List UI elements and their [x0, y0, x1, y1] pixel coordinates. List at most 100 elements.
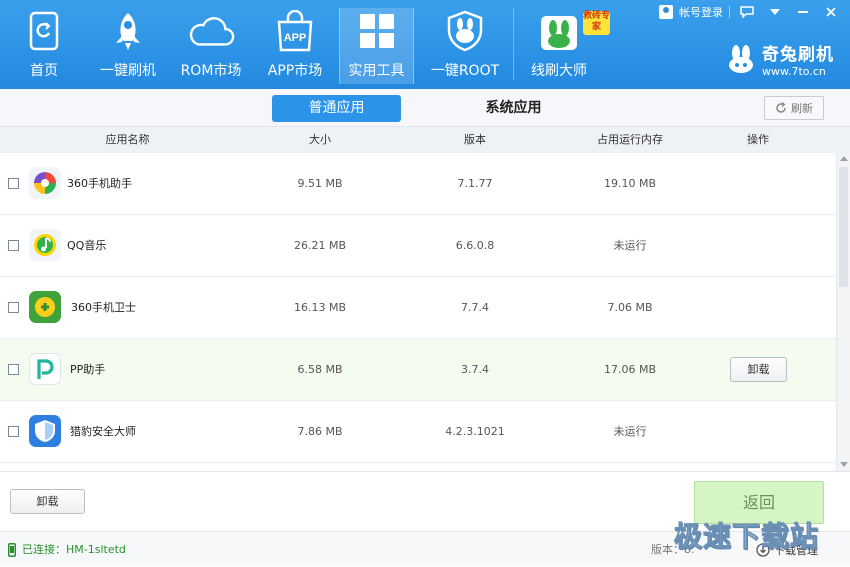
- qq-music-icon: [29, 229, 61, 261]
- row-checkbox[interactable]: [8, 302, 19, 313]
- app-size: 26.21 MB: [293, 239, 347, 252]
- table-row[interactable]: 猎豹安全大师 7.86 MB 4.2.3.1021 未运行: [0, 401, 836, 463]
- pp-assistant-icon: [29, 353, 61, 385]
- table-row[interactable]: QQ音乐 26.21 MB 6.6.0.8 未运行: [0, 215, 836, 277]
- row-uninstall-button[interactable]: 卸载: [730, 357, 787, 382]
- connected-device-label: 已连接：HM-1sltetd: [22, 543, 126, 556]
- nav-app-market-label: APP市场: [267, 63, 323, 79]
- app-size: 9.51 MB: [297, 177, 343, 190]
- table-row[interactable]: 360手机助手 9.51 MB 7.1.77 19.10 MB: [0, 153, 836, 215]
- phone-icon: [8, 542, 16, 557]
- status-bar: 已连接：HM-1sltetd 版本：8. 下载管理: [0, 531, 850, 566]
- app-icon-text: APP: [284, 32, 307, 44]
- user-icon: [659, 5, 673, 19]
- refresh-label: 刷新: [791, 102, 813, 115]
- app-list: 360手机助手 9.51 MB 7.1.77 19.10 MB QQ音乐 26.…: [0, 153, 836, 471]
- grid-icon: [353, 8, 401, 54]
- nav-one-click-flash-label: 一键刷机: [100, 63, 156, 79]
- nav-rom-market-label: ROM市场: [180, 63, 242, 79]
- nav-one-click-root-label: 一键ROOT: [430, 63, 500, 79]
- shopping-bag-icon: APP: [271, 8, 319, 54]
- app-version: 7.7.4: [461, 301, 489, 314]
- row-checkbox[interactable]: [8, 178, 19, 189]
- feedback-icon[interactable]: [736, 2, 758, 22]
- column-header-memory: 占用运行内存: [597, 133, 663, 146]
- rabbit-logo-icon: [729, 45, 753, 73]
- app-memory: 未运行: [613, 239, 647, 252]
- vertical-scrollbar[interactable]: [836, 153, 850, 471]
- table-row[interactable]: PP助手 6.58 MB 3.7.4 17.06 MB 卸载: [0, 339, 836, 401]
- app-memory: 19.10 MB: [603, 177, 657, 190]
- table-row[interactable]: 360手机卫士 16.13 MB 7.7.4 7.06 MB: [0, 277, 836, 339]
- column-header-name: 应用名称: [105, 133, 150, 146]
- row-checkbox[interactable]: [8, 364, 19, 375]
- row-checkbox[interactable]: [8, 426, 19, 437]
- brand-url: www.7to.cn: [762, 65, 826, 78]
- download-manager-label: 下载管理: [774, 544, 818, 557]
- connection-status: 已连接：HM-1sltetd: [8, 532, 126, 567]
- nav-app-market[interactable]: APP APP市场: [264, 8, 326, 84]
- row-checkbox[interactable]: [8, 240, 19, 251]
- cloud-icon: [187, 8, 235, 54]
- app-type-tabbar: 普通应用 系统应用: [0, 89, 850, 127]
- login-link[interactable]: 帐号登录: [679, 4, 723, 20]
- tab-system-apps[interactable]: 系统应用: [449, 95, 578, 122]
- nav-one-click-root[interactable]: 一键ROOT: [429, 8, 501, 84]
- menu-dropdown-icon[interactable]: [764, 2, 786, 22]
- uninstall-button[interactable]: 卸载: [10, 489, 85, 514]
- app-size: 6.58 MB: [297, 363, 343, 376]
- 360-assistant-icon: [29, 167, 61, 199]
- rocket-icon: [104, 8, 152, 54]
- column-header-version: 版本: [464, 133, 486, 146]
- window-controls: 帐号登录: [659, 2, 842, 22]
- app-size: 16.13 MB: [293, 301, 347, 314]
- scroll-down-icon[interactable]: [840, 462, 848, 467]
- app-name: 360手机卫士: [71, 301, 136, 314]
- table-header: 应用名称 大小 版本 占用运行内存 操作: [0, 127, 850, 153]
- nav-divider: [513, 8, 514, 80]
- brand-name: 奇兔刷机: [762, 45, 834, 65]
- action-bar: 卸载 返回: [0, 471, 850, 531]
- nav-rom-market[interactable]: ROM市场: [178, 8, 244, 84]
- nav-home-label: 首页: [30, 63, 58, 79]
- app-name: QQ音乐: [67, 239, 107, 252]
- home-icon: [20, 8, 68, 54]
- download-manager-button[interactable]: 下载管理: [756, 540, 830, 560]
- refresh-icon: [776, 102, 786, 113]
- expert-badge: 救砖专家: [583, 11, 610, 35]
- top-navigation-bar: 首页 一键刷机 ROM市场 APP APP市场 实用工具 一键ROOT 线刷大师…: [0, 0, 850, 89]
- nav-utilities[interactable]: 实用工具: [339, 8, 414, 84]
- shield-rabbit-icon: [441, 8, 489, 54]
- app-memory: 未运行: [613, 425, 647, 438]
- nav-home[interactable]: 首页: [14, 8, 74, 84]
- app-size: 7.86 MB: [297, 425, 343, 438]
- close-icon[interactable]: [820, 2, 842, 22]
- cheetah-security-icon: [29, 415, 61, 447]
- scroll-up-icon[interactable]: [840, 156, 848, 161]
- back-button[interactable]: 返回: [694, 481, 824, 524]
- brand-logo: 奇兔刷机 www.7to.cn: [726, 40, 834, 78]
- refresh-button[interactable]: 刷新: [764, 96, 824, 120]
- scroll-thumb[interactable]: [839, 167, 848, 287]
- minimize-icon[interactable]: [792, 2, 814, 22]
- 360-security-icon: [29, 291, 61, 323]
- tab-normal-apps[interactable]: 普通应用: [272, 95, 401, 122]
- app-version: 6.6.0.8: [455, 239, 495, 252]
- app-name: 360手机助手: [67, 177, 132, 190]
- column-header-action: 操作: [747, 133, 769, 146]
- divider: [729, 6, 730, 18]
- download-icon: [756, 543, 770, 557]
- nav-one-click-flash[interactable]: 一键刷机: [96, 8, 160, 84]
- app-name: PP助手: [70, 363, 106, 376]
- app-memory: 17.06 MB: [603, 363, 657, 376]
- column-header-size: 大小: [309, 133, 331, 146]
- app-memory: 7.06 MB: [607, 301, 653, 314]
- nav-utilities-label: 实用工具: [348, 63, 405, 79]
- app-version: 7.1.77: [457, 177, 493, 190]
- app-version: 4.2.3.1021: [445, 425, 505, 438]
- rabbit-master-icon: [535, 8, 583, 54]
- nav-line-flash-master-label: 线刷大师: [531, 63, 587, 79]
- version-label: 版本：8.: [651, 543, 695, 556]
- app-version: 3.7.4: [461, 363, 489, 376]
- app-name: 猎豹安全大师: [70, 425, 136, 438]
